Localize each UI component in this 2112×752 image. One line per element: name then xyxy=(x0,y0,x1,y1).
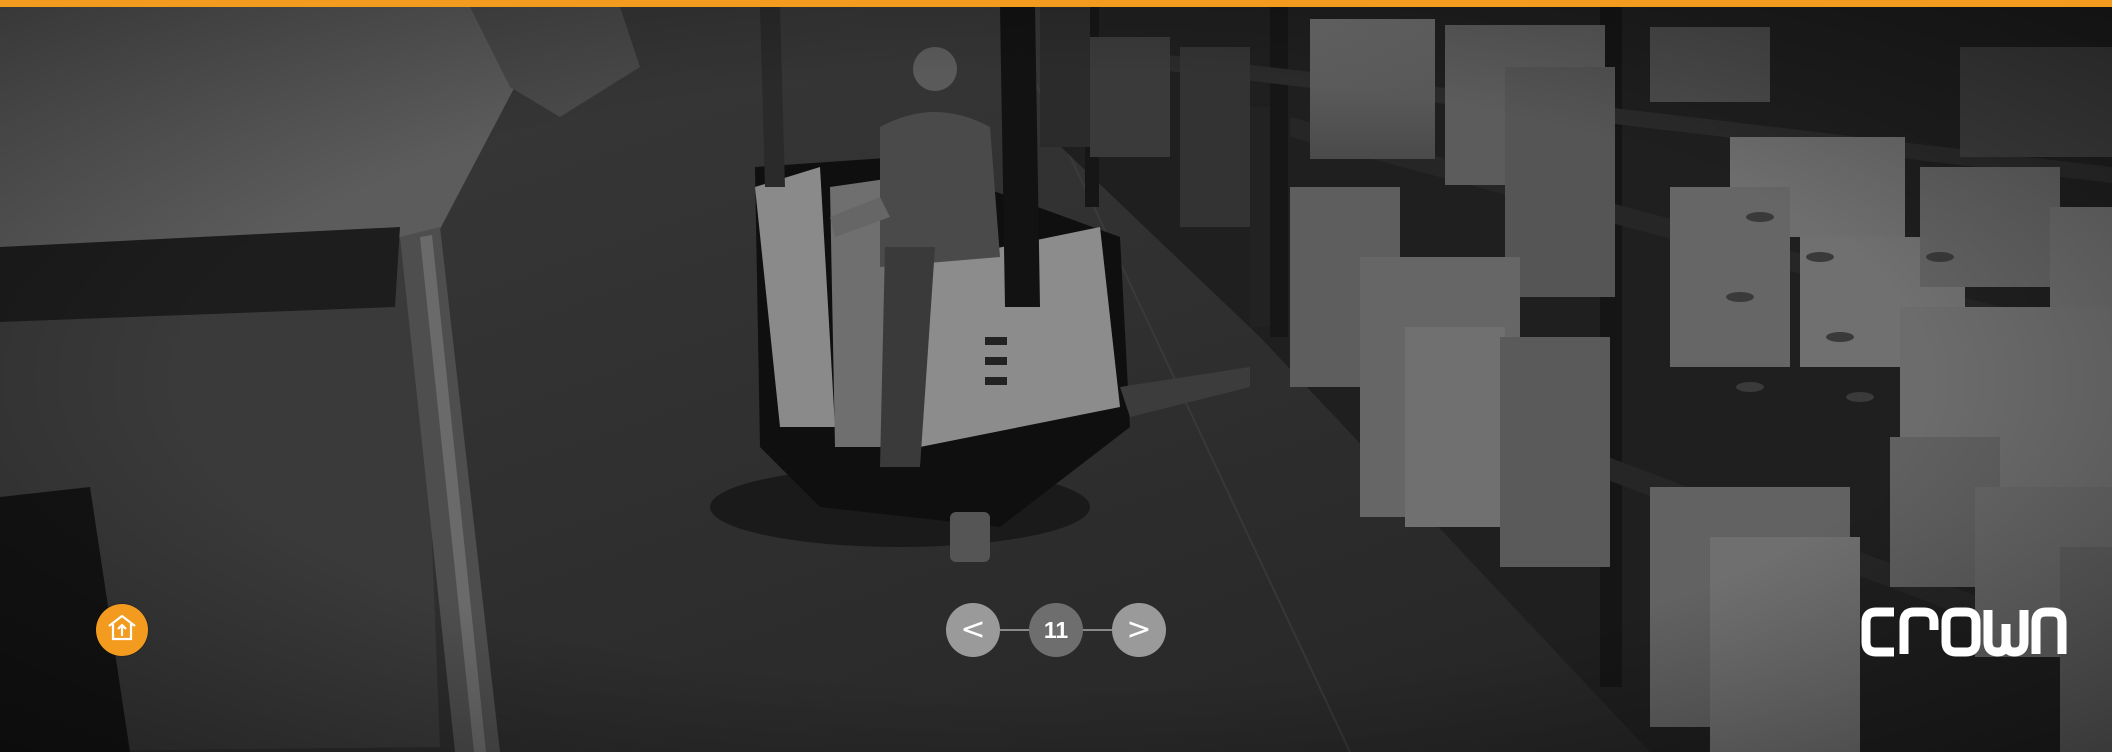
top-accent-bar xyxy=(0,0,2112,7)
next-button[interactable]: > xyxy=(1112,603,1166,657)
nav-connector-right xyxy=(1082,629,1112,631)
chevron-left-icon: < xyxy=(960,612,986,647)
page-number-indicator: 11 xyxy=(1029,603,1083,657)
nav-connector-left xyxy=(1000,629,1030,631)
crown-logo xyxy=(1860,606,2068,658)
previous-button[interactable]: < xyxy=(946,603,1000,657)
home-button[interactable] xyxy=(96,604,148,656)
home-up-icon xyxy=(105,611,139,650)
chevron-right-icon: > xyxy=(1126,612,1152,647)
page-number: 11 xyxy=(1043,616,1069,643)
slide-navigation: < 11 > xyxy=(946,603,1166,657)
